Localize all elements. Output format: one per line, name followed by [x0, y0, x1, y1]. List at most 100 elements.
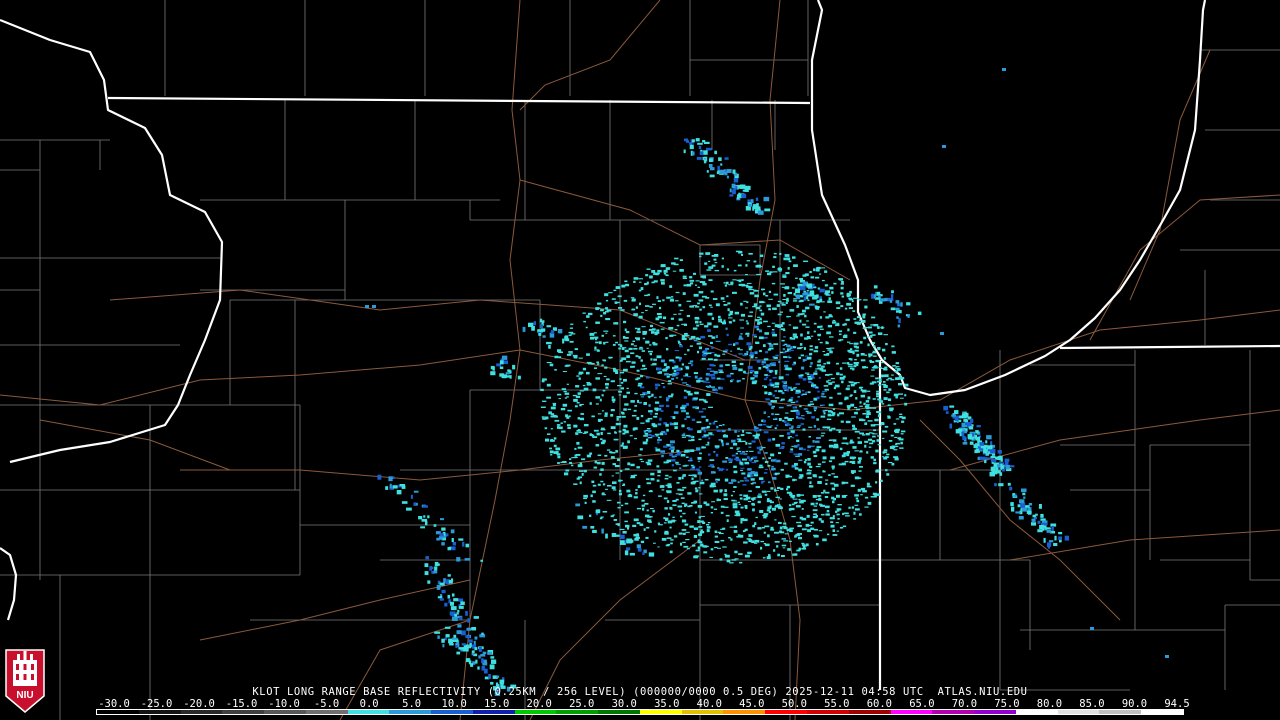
echo-pixel — [681, 363, 685, 366]
echo-pixel — [656, 465, 660, 468]
echo-pixel — [686, 140, 690, 143]
echo-pixel — [815, 386, 819, 389]
echo-pixel — [760, 546, 763, 550]
echo-pixel — [675, 377, 679, 379]
echo-pixel — [734, 550, 738, 554]
echo-pixel — [579, 481, 582, 485]
echo-pixel — [891, 290, 894, 294]
echo-pixel — [862, 434, 866, 436]
echo-pixel — [615, 450, 619, 453]
echo-pixel — [648, 434, 652, 436]
echo-pixel — [1022, 492, 1026, 496]
echo-pixel — [900, 302, 903, 307]
echo-pixel — [654, 407, 659, 411]
echo-pixel — [732, 189, 736, 195]
echo-pixel — [742, 378, 745, 380]
echo-pixel — [620, 381, 624, 384]
echo-pixel — [723, 282, 726, 284]
echo-pixel — [742, 484, 747, 486]
echo-pixel — [613, 289, 617, 292]
echo-pixel — [455, 645, 458, 649]
echo-pixel — [768, 298, 773, 300]
echo-pixel — [650, 324, 654, 328]
echo-pixel — [568, 334, 572, 336]
echo-pixel — [694, 391, 699, 395]
echo-pixel — [605, 318, 611, 321]
echo-pixel — [895, 396, 898, 399]
echo-pixel — [618, 307, 623, 309]
echo-pixel — [643, 435, 648, 437]
echo-pixel — [745, 442, 748, 445]
echo-pixel — [482, 651, 487, 655]
echo-pixel — [764, 460, 769, 463]
echo-pixel — [689, 338, 692, 340]
echo-pixel — [597, 373, 603, 375]
echo-pixel — [779, 351, 784, 354]
echo-pixel — [721, 386, 724, 390]
echo-pixel — [768, 481, 771, 484]
echo-pixel — [774, 372, 778, 375]
echo-pixel — [675, 461, 679, 464]
echo-pixel — [665, 484, 669, 487]
echo-pixel — [1015, 511, 1021, 514]
echo-pixel — [854, 504, 859, 506]
echo-pixel — [803, 408, 808, 410]
colorbar-swatch — [222, 710, 265, 714]
echo-pixel — [449, 643, 454, 646]
echo-pixel — [725, 457, 729, 459]
echo-pixel — [560, 408, 566, 411]
echo-pixel — [693, 555, 698, 559]
echo-pixel — [842, 362, 847, 364]
echo-pixel — [733, 486, 737, 488]
echo-pixel — [470, 663, 474, 667]
echo-pixel — [574, 456, 578, 459]
echo-pixel — [802, 500, 806, 502]
echo-pixel — [733, 269, 737, 272]
echo-pixel — [637, 548, 642, 552]
echo-pixel — [750, 459, 753, 462]
echo-pixel — [630, 297, 635, 299]
echo-pixel — [824, 496, 829, 499]
echo-pixel — [805, 543, 809, 547]
echo-pixel — [647, 519, 652, 522]
echo-pixel — [720, 439, 724, 443]
echo-pixel — [715, 480, 718, 483]
echo-pixel — [737, 450, 742, 453]
echo-pixel — [601, 410, 604, 412]
echo-pixel — [765, 270, 769, 272]
echo-pixel — [731, 479, 737, 482]
echo-pixel — [674, 520, 677, 522]
echo-pixel — [669, 422, 672, 424]
echo-pixel — [871, 316, 876, 319]
echo-pixel — [669, 444, 674, 446]
echo-pixel — [585, 326, 588, 329]
echo-pixel — [962, 429, 966, 432]
echo-pixel — [787, 422, 790, 426]
echo-pixel — [738, 503, 741, 505]
echo-pixel — [806, 373, 810, 376]
echo-pixel — [851, 456, 857, 459]
colorbar-swatch — [1015, 710, 1058, 714]
echo-pixel — [840, 283, 845, 285]
echo-pixel — [630, 343, 634, 346]
echo-pixel — [755, 265, 758, 268]
echo-pixel — [1046, 530, 1052, 533]
echo-pixel — [831, 381, 835, 383]
echo-pixel — [881, 383, 887, 386]
echo-pixel — [774, 324, 780, 328]
echo-pixel — [699, 308, 702, 311]
echo-pixel — [899, 397, 904, 399]
echo-pixel — [613, 438, 619, 441]
echo-pixel — [789, 418, 795, 420]
echo-pixel — [855, 508, 860, 511]
echo-pixel — [613, 367, 616, 371]
echo-pixel — [769, 370, 772, 373]
echo-pixel — [855, 362, 860, 364]
echo-pixel — [723, 493, 728, 497]
echo-pixel — [665, 474, 669, 477]
echo-pixel — [645, 274, 649, 277]
echo-pixel — [747, 501, 752, 503]
echo-pixel — [762, 424, 767, 426]
echo-pixel — [550, 415, 556, 418]
echo-pixel — [586, 371, 590, 375]
